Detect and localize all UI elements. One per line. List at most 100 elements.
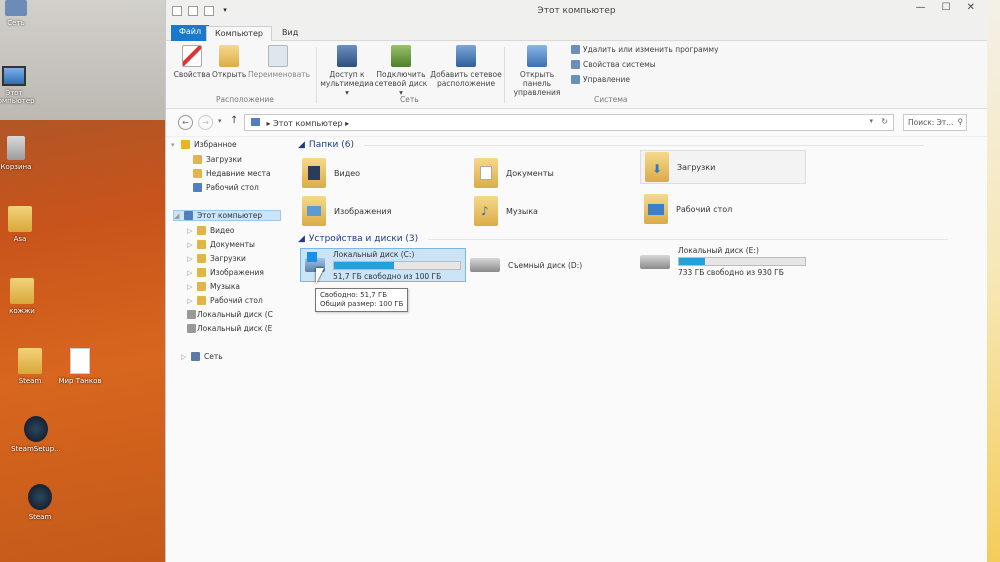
folder-desktop[interactable]: Рабочий стол xyxy=(644,194,732,224)
drive-name: Локальный диск (C:) xyxy=(333,249,415,259)
nav-video[interactable]: ▷ Видео xyxy=(187,226,234,235)
drive-d[interactable]: Съемный диск (D:) xyxy=(470,258,582,272)
system-properties-label: Свойства системы xyxy=(583,60,656,69)
map-network-drive-label: Подключить сетевой диск ▾ xyxy=(374,70,428,97)
properties-button[interactable]: Свойства xyxy=(172,41,212,79)
close-icon[interactable]: ✕ xyxy=(967,2,975,13)
chevron-right-icon[interactable]: ▷ xyxy=(187,227,193,235)
address-path[interactable]: Этот компьютер xyxy=(273,119,342,128)
pictures-folder-icon xyxy=(302,196,326,226)
chevron-down-icon[interactable]: ◢ xyxy=(174,212,180,220)
desktop-icon-asa[interactable]: Asa xyxy=(0,206,50,243)
section-divider xyxy=(363,144,924,146)
forward-icon[interactable]: → xyxy=(198,115,213,130)
nav-network[interactable]: ▷ Сеть xyxy=(181,352,223,361)
folder-documents[interactable]: Документы xyxy=(474,158,554,188)
windows-logo-icon xyxy=(307,252,317,262)
nav-desktop-fav[interactable]: Рабочий стол xyxy=(193,183,259,192)
chevron-down-icon[interactable]: ◢ xyxy=(298,234,305,244)
up-icon[interactable]: ↑ xyxy=(230,115,238,126)
chevron-right-icon[interactable]: ▷ xyxy=(187,269,193,277)
nav-downloads[interactable]: ▷ Загрузки xyxy=(187,254,246,263)
nav-this-pc[interactable]: ◢ Этот компьютер xyxy=(173,210,281,221)
devices-section-header[interactable]: ◢ Устройства и диски (3) xyxy=(298,234,949,244)
folder-icon xyxy=(197,226,206,235)
drive-tooltip: Свободно: 51,7 ГБ Общий размер: 100 ГБ xyxy=(315,288,409,312)
ribbon-separator xyxy=(316,47,317,103)
system-icon xyxy=(571,60,580,69)
drive-c[interactable]: Локальный диск (C:) 51,7 ГБ свободно из … xyxy=(300,248,466,282)
folder-video[interactable]: Видео xyxy=(302,158,360,188)
drive-free-space: 51,7 ГБ свободно из 100 ГБ xyxy=(333,271,442,281)
chevron-down-icon[interactable]: ▾ xyxy=(171,141,177,149)
nav-local-disk-e[interactable]: ▷Локальный диск (E xyxy=(187,324,272,333)
open-button[interactable]: Открыть xyxy=(212,41,246,79)
control-panel-button[interactable]: Открыть панель управления xyxy=(506,41,568,97)
nav-label: Сеть xyxy=(204,352,223,361)
address-bar[interactable]: ▸ Этот компьютер ▸ ▾ ↻ xyxy=(244,114,894,131)
minimize-icon[interactable]: — xyxy=(916,2,926,13)
properties-icon xyxy=(182,45,202,67)
chevron-down-icon[interactable]: ▾ xyxy=(218,117,222,125)
desktop-icon-mir-tankov[interactable]: Мир Танков xyxy=(50,348,110,385)
nav-label: Недавние места xyxy=(206,169,271,178)
section-divider xyxy=(428,238,949,240)
folders-section-header[interactable]: ◢ Папки (6) xyxy=(298,140,924,150)
tab-computer[interactable]: Компьютер xyxy=(206,26,272,41)
nav-documents[interactable]: ▷ Документы xyxy=(187,240,255,249)
nav-downloads-fav[interactable]: Загрузки xyxy=(193,155,242,164)
drive-usage-bar xyxy=(333,260,461,270)
folder-music[interactable]: ♪ Музыка xyxy=(474,196,538,226)
chevron-right-icon[interactable]: ▷ xyxy=(187,297,193,305)
pc-icon xyxy=(2,66,26,86)
system-properties-button[interactable]: Свойства системы xyxy=(571,60,656,69)
folder-downloads[interactable]: ⬇ Загрузки xyxy=(640,150,806,184)
steam-icon xyxy=(28,484,52,510)
desktop-icon-label: кожжи xyxy=(9,307,35,315)
video-folder-icon xyxy=(302,158,326,188)
manage-button[interactable]: Управление xyxy=(571,75,630,84)
trash-icon xyxy=(7,136,25,160)
nav-recent-places[interactable]: Недавние места xyxy=(193,169,271,178)
nav-label: Документы xyxy=(210,240,255,249)
desktop-icon-kozhzhi[interactable]: кожжи xyxy=(0,278,52,315)
tab-view[interactable]: Вид xyxy=(274,26,306,41)
back-icon[interactable]: ← xyxy=(178,115,193,130)
map-network-drive-button[interactable]: Подключить сетевой диск ▾ xyxy=(374,41,428,97)
desktop-icon-steamsetup[interactable]: SteamSetup... xyxy=(6,416,66,453)
chevron-right-icon[interactable]: ▷ xyxy=(187,255,193,263)
desktop-icon xyxy=(193,183,202,192)
drive-e[interactable]: Локальный диск (E:) 733 ГБ свободно из 9… xyxy=(640,246,806,277)
add-network-location-button[interactable]: Добавить сетевое расположение xyxy=(430,41,502,88)
chevron-right-icon[interactable]: ▷ xyxy=(181,353,187,361)
folder-label: Изображения xyxy=(334,206,392,216)
chevron-down-icon[interactable]: ◢ xyxy=(298,140,305,150)
drive-usage-fill xyxy=(679,258,706,265)
chevron-right-icon[interactable]: ▷ xyxy=(187,283,193,291)
maximize-icon[interactable]: ☐ xyxy=(942,2,951,13)
refresh-icon[interactable]: ↻ xyxy=(881,117,888,126)
search-input[interactable]: Поиск: Эт... ⚲ xyxy=(903,114,967,131)
nav-label: Видео xyxy=(210,226,235,235)
nav-label: Загрузки xyxy=(210,254,246,263)
nav-pictures[interactable]: ▷ Изображения xyxy=(187,268,264,277)
nav-desktop[interactable]: ▷ Рабочий стол xyxy=(187,296,263,305)
nav-local-disk-c[interactable]: ▷Локальный диск (C xyxy=(187,310,273,319)
nav-music[interactable]: ▷ Музыка xyxy=(187,282,240,291)
chevron-down-icon[interactable]: ▾ xyxy=(869,117,873,125)
uninstall-program-button[interactable]: Удалить или изменить программу xyxy=(571,45,719,54)
desktop-icon-network[interactable]: Сеть xyxy=(0,0,46,27)
desktop-icon-pc[interactable]: Этот компьютер xyxy=(0,66,44,105)
desktop-icon-steam[interactable]: Steam xyxy=(10,484,70,521)
desktop-icon-trash[interactable]: Корзина xyxy=(0,136,46,171)
media-access-button[interactable]: Доступ к мультимедиа ▾ xyxy=(320,41,374,97)
nav-label: Рабочий стол xyxy=(206,183,259,192)
desktop-icon-label: Steam xyxy=(28,513,52,521)
chevron-right-icon[interactable]: ▷ xyxy=(187,241,193,249)
tooltip-total: Общий размер: 100 ГБ xyxy=(320,300,404,308)
rename-button[interactable]: Переименовать xyxy=(248,41,310,79)
nav-favorites[interactable]: ▾ Избранное xyxy=(171,140,237,149)
tab-file[interactable]: Файл xyxy=(171,25,210,41)
folder-pictures[interactable]: Изображения xyxy=(302,196,391,226)
star-icon xyxy=(181,140,190,149)
